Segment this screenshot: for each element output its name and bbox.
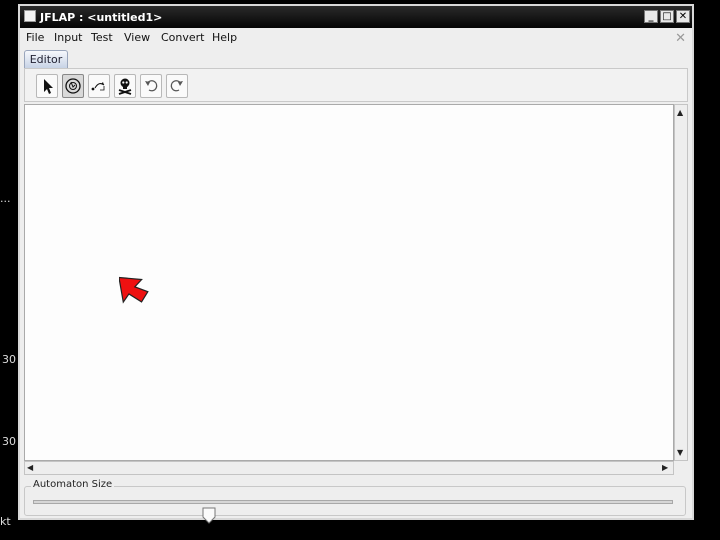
background-mark: ...	[0, 192, 11, 205]
close-file-icon[interactable]: ✕	[675, 31, 686, 46]
cursor-arrow-icon	[119, 276, 149, 304]
menu-convert[interactable]: Convert	[161, 31, 205, 44]
horizontal-scrollbar[interactable]: ◀ ▶	[24, 461, 674, 475]
undo-icon	[145, 80, 158, 92]
vertical-scrollbar[interactable]: ▲ ▼	[674, 104, 688, 461]
menu-input[interactable]: Input	[54, 31, 82, 44]
editor-toolbar	[24, 68, 688, 102]
deleter-button[interactable]	[114, 74, 136, 98]
tab-editor[interactable]: Editor	[24, 50, 68, 68]
pointer-arrow-icon	[44, 79, 53, 94]
slider-thumb[interactable]	[202, 507, 216, 524]
menu-test[interactable]: Test	[91, 31, 113, 44]
background-mark: 30	[2, 435, 16, 448]
skull-icon	[118, 78, 132, 95]
undo-button[interactable]	[140, 74, 162, 98]
app-icon	[24, 10, 36, 22]
scroll-up-arrow-icon[interactable]: ▲	[677, 108, 683, 118]
scroll-left-arrow-icon[interactable]: ◀	[27, 463, 33, 473]
menu-help[interactable]: Help	[212, 31, 237, 44]
redo-icon	[170, 80, 183, 92]
background-mark: 30	[2, 353, 16, 366]
automaton-size-slider[interactable]	[33, 500, 673, 524]
redo-button[interactable]	[166, 74, 188, 98]
minimize-button[interactable]: _	[644, 10, 658, 23]
window-title: JFLAP : <untitled1>	[40, 11, 163, 24]
jflap-window: JFLAP : <untitled1> _ □ ✕ File Input Tes…	[18, 4, 694, 524]
maximize-button[interactable]: □	[660, 10, 674, 23]
automaton-size-panel: Automaton Size	[24, 479, 686, 524]
transition-creator-button[interactable]	[88, 74, 110, 98]
state-circle-icon	[65, 78, 81, 94]
title-bar[interactable]: JFLAP : <untitled1> _ □ ✕	[20, 6, 692, 28]
close-button[interactable]: ✕	[676, 10, 690, 23]
background-mark: kt	[0, 515, 11, 528]
tab-bar: Editor	[20, 48, 692, 68]
scroll-right-arrow-icon[interactable]: ▶	[662, 463, 668, 473]
scroll-down-arrow-icon[interactable]: ▼	[677, 448, 683, 458]
automaton-size-label: Automaton Size	[31, 479, 115, 490]
attribute-editor-button[interactable]	[36, 74, 58, 98]
menu-file[interactable]: File	[26, 31, 44, 44]
transition-arrow-icon	[91, 82, 105, 91]
state-creator-button[interactable]	[62, 74, 84, 98]
menu-bar: File Input Test View Convert Help ✕	[20, 28, 692, 48]
menu-view[interactable]: View	[124, 31, 150, 44]
